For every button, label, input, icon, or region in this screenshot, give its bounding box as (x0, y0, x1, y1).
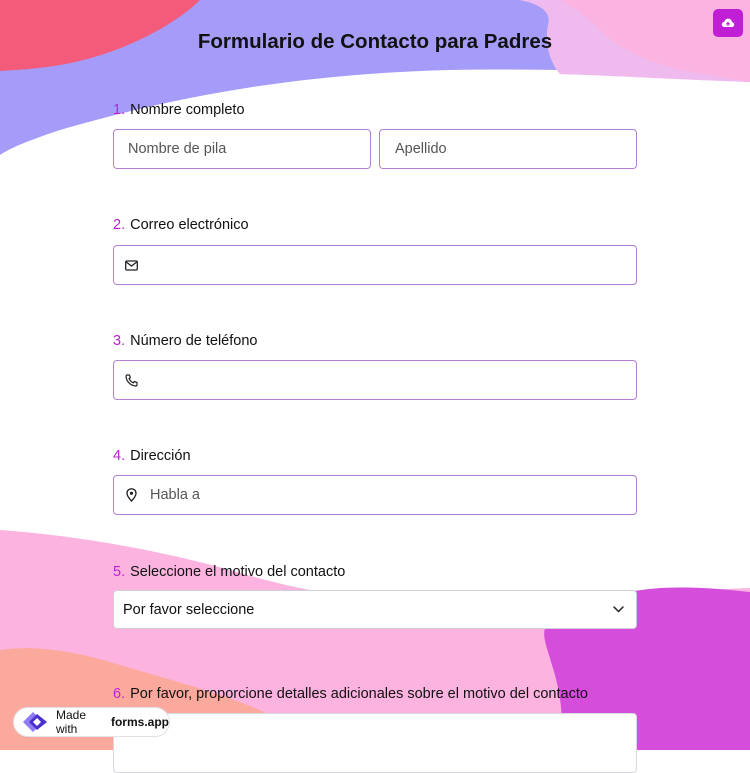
additional-details-textarea[interactable] (113, 713, 637, 773)
question-1-label: 1. Nombre completo (113, 102, 245, 118)
email-field[interactable] (113, 245, 637, 285)
last-name-field[interactable] (379, 129, 637, 169)
form-title: Formulario de Contacto para Padres (197, 30, 553, 53)
address-input[interactable] (150, 487, 636, 503)
question-number: 5. (113, 564, 126, 580)
question-6-label: 6. Por favor, proporcione detalles adicio… (113, 686, 588, 702)
question-text: Número de teléfono (130, 333, 258, 349)
envelope-icon (124, 259, 138, 271)
last-name-input[interactable] (395, 141, 636, 157)
question-text: Dirección (130, 448, 191, 464)
question-text: Por favor, proporcione detalles adiciona… (130, 686, 588, 702)
made-with-forms-app-badge[interactable]: Made with forms.app (13, 707, 170, 737)
contact-reason-select[interactable]: Por favor seleccione (113, 590, 637, 629)
question-number: 4. (113, 448, 126, 464)
question-2-label: 2. Correo electrónico (113, 217, 249, 233)
forms-app-logo-icon (20, 710, 50, 734)
first-name-input[interactable] (128, 141, 370, 157)
first-name-field[interactable] (113, 129, 371, 169)
cloud-upload-icon (721, 18, 735, 27)
question-number: 1. (113, 102, 126, 118)
email-input[interactable] (150, 257, 636, 273)
map-pin-icon (124, 488, 138, 502)
contact-reason-selected-value: Por favor seleccione (123, 601, 255, 618)
phone-input[interactable] (150, 372, 636, 388)
question-3-label: 3. Número de teléfono (113, 333, 257, 349)
address-field[interactable] (113, 475, 637, 515)
question-text: Correo electrónico (130, 217, 249, 233)
phone-icon (124, 373, 138, 387)
question-text: Seleccione el motivo del contacto (130, 564, 346, 580)
question-number: 6. (113, 686, 126, 702)
badge-brand: forms.app (110, 715, 169, 729)
question-text: Nombre completo (130, 102, 245, 118)
question-4-label: 4. Dirección (113, 448, 191, 464)
question-number: 3. (113, 333, 126, 349)
question-5-label: 5. Seleccione el motivo del contacto (113, 564, 345, 580)
chevron-down-icon (613, 606, 624, 613)
phone-field[interactable] (113, 360, 637, 400)
badge-prefix: Made with (56, 708, 87, 736)
question-number: 2. (113, 217, 126, 233)
